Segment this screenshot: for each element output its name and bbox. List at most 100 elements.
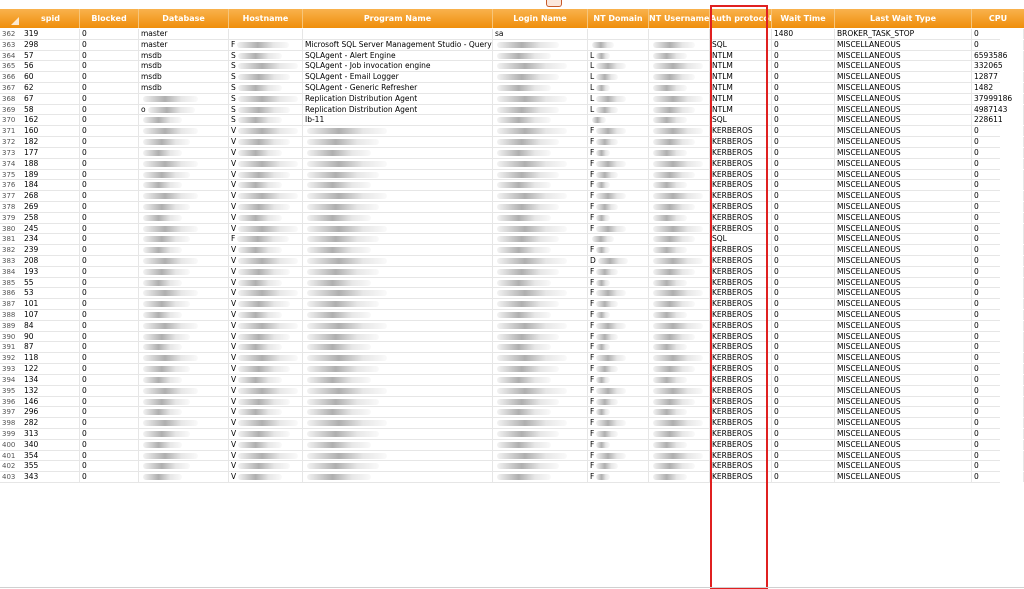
cell-login-name[interactable]	[493, 126, 588, 137]
table-row[interactable]: 399 313 0 V F KERBEROS 0 MISCELLANEOUS 0	[0, 428, 1024, 440]
cell-hostname[interactable]: V	[229, 288, 303, 299]
cell-cpu[interactable]: 0	[972, 277, 1024, 288]
table-row[interactable]: 384 193 0 V F KERBEROS 0 MISCELLANEOUS 0	[0, 266, 1024, 278]
cell-wait-time[interactable]: 0	[772, 61, 835, 72]
cell-wait-time[interactable]: 0	[772, 385, 835, 396]
cell-program-name[interactable]	[303, 180, 493, 191]
cell-spid[interactable]: 160	[22, 126, 80, 137]
cell-wait-time[interactable]: 0	[772, 461, 835, 472]
cell-nt-domain[interactable]: F	[588, 396, 649, 407]
cell-wait-time[interactable]: 0	[772, 39, 835, 50]
table-row[interactable]: 381 234 0 F SQL 0 MISCELLANEOUS 0	[0, 234, 1024, 246]
cell-nt-domain[interactable]	[588, 29, 649, 39]
cell-blocked[interactable]: 0	[80, 310, 139, 321]
cell-nt-domain[interactable]: F	[588, 126, 649, 137]
cell-cpu[interactable]: 0	[972, 450, 1024, 461]
cell-last-wait-type[interactable]: BROKER_TASK_STOP	[835, 29, 972, 39]
cell-wait-time[interactable]: 0	[772, 407, 835, 418]
cell-last-wait-type[interactable]: MISCELLANEOUS	[835, 191, 972, 202]
cell-login-name[interactable]	[493, 93, 588, 104]
select-all-corner[interactable]	[0, 9, 22, 28]
cell-spid[interactable]: 193	[22, 266, 80, 277]
cell-last-wait-type[interactable]: MISCELLANEOUS	[835, 126, 972, 137]
cell-nt-domain[interactable]: F	[588, 169, 649, 180]
cell-login-name[interactable]	[493, 137, 588, 148]
cell-login-name[interactable]	[493, 310, 588, 321]
cell-nt-username[interactable]	[649, 266, 710, 277]
cell-database[interactable]	[139, 115, 229, 126]
cell-program-name[interactable]	[303, 342, 493, 353]
cell-last-wait-type[interactable]: MISCELLANEOUS	[835, 201, 972, 212]
row-number[interactable]: 401	[0, 451, 22, 461]
cell-nt-username[interactable]	[649, 396, 710, 407]
cell-hostname[interactable]: V	[229, 472, 303, 483]
cell-spid[interactable]: 282	[22, 418, 80, 429]
table-row[interactable]: 402 355 0 V F KERBEROS 0 MISCELLANEOUS 0	[0, 461, 1024, 473]
cell-last-wait-type[interactable]: MISCELLANEOUS	[835, 385, 972, 396]
cell-wait-time[interactable]: 0	[772, 342, 835, 353]
cell-blocked[interactable]: 0	[80, 396, 139, 407]
row-number[interactable]: 397	[0, 407, 22, 417]
cell-nt-username[interactable]	[649, 158, 710, 169]
cell-last-wait-type[interactable]: MISCELLANEOUS	[835, 472, 972, 483]
cell-database[interactable]	[139, 266, 229, 277]
cell-wait-time[interactable]: 0	[772, 320, 835, 331]
row-number[interactable]: 393	[0, 364, 22, 374]
cell-database[interactable]	[139, 428, 229, 439]
cell-login-name[interactable]	[493, 180, 588, 191]
cell-wait-time[interactable]: 0	[772, 472, 835, 483]
cell-blocked[interactable]: 0	[80, 61, 139, 72]
cell-cpu[interactable]: 332065	[972, 61, 1024, 72]
cell-database[interactable]: o	[139, 104, 229, 115]
cell-program-name[interactable]	[303, 461, 493, 472]
row-number[interactable]: 366	[0, 72, 22, 82]
cell-hostname[interactable]: V	[229, 374, 303, 385]
cell-wait-time[interactable]: 0	[772, 72, 835, 83]
cell-blocked[interactable]: 0	[80, 342, 139, 353]
header-login-name[interactable]: Login Name	[493, 9, 588, 28]
cell-nt-domain[interactable]: L	[588, 61, 649, 72]
cell-hostname[interactable]: V	[229, 158, 303, 169]
cell-hostname[interactable]: V	[229, 201, 303, 212]
cell-cpu[interactable]: 0	[972, 396, 1024, 407]
cell-cpu[interactable]: 0	[972, 212, 1024, 223]
cell-program-name[interactable]	[303, 472, 493, 483]
cell-program-name[interactable]: Replication Distribution Agent	[303, 93, 493, 104]
cell-spid[interactable]: 239	[22, 245, 80, 256]
cell-database[interactable]	[139, 137, 229, 148]
cell-database[interactable]	[139, 461, 229, 472]
cell-blocked[interactable]: 0	[80, 428, 139, 439]
row-number[interactable]: 377	[0, 191, 22, 201]
cell-nt-username[interactable]	[649, 331, 710, 342]
cell-last-wait-type[interactable]: MISCELLANEOUS	[835, 396, 972, 407]
cell-spid[interactable]: 340	[22, 439, 80, 450]
cell-cpu[interactable]: 0	[972, 266, 1024, 277]
cell-wait-time[interactable]: 0	[772, 245, 835, 256]
cell-cpu[interactable]: 0	[972, 310, 1024, 321]
table-row[interactable]: 397 296 0 V F KERBEROS 0 MISCELLANEOUS 0	[0, 407, 1024, 419]
cell-cpu[interactable]: 0	[972, 288, 1024, 299]
row-number[interactable]: 364	[0, 51, 22, 61]
cell-blocked[interactable]: 0	[80, 158, 139, 169]
cell-spid[interactable]: 118	[22, 353, 80, 364]
cell-nt-username[interactable]	[649, 428, 710, 439]
row-number[interactable]: 382	[0, 245, 22, 255]
cell-cpu[interactable]: 0	[972, 299, 1024, 310]
cell-login-name[interactable]	[493, 223, 588, 234]
cell-last-wait-type[interactable]: MISCELLANEOUS	[835, 234, 972, 245]
cell-blocked[interactable]: 0	[80, 450, 139, 461]
cell-spid[interactable]: 234	[22, 234, 80, 245]
cell-blocked[interactable]: 0	[80, 29, 139, 39]
cell-blocked[interactable]: 0	[80, 472, 139, 483]
cell-spid[interactable]: 184	[22, 180, 80, 191]
cell-cpu[interactable]: 0	[972, 180, 1024, 191]
table-row[interactable]: 393 122 0 V F KERBEROS 0 MISCELLANEOUS 0	[0, 364, 1024, 375]
cell-wait-time[interactable]: 0	[772, 428, 835, 439]
cell-cpu[interactable]: 0	[972, 245, 1024, 256]
row-number[interactable]: 388	[0, 310, 22, 320]
cell-hostname[interactable]: S	[229, 104, 303, 115]
cell-nt-username[interactable]	[649, 180, 710, 191]
header-blocked[interactable]: Blocked	[80, 9, 139, 28]
header-wait-time[interactable]: Wait Time	[772, 9, 835, 28]
cell-program-name[interactable]	[303, 385, 493, 396]
